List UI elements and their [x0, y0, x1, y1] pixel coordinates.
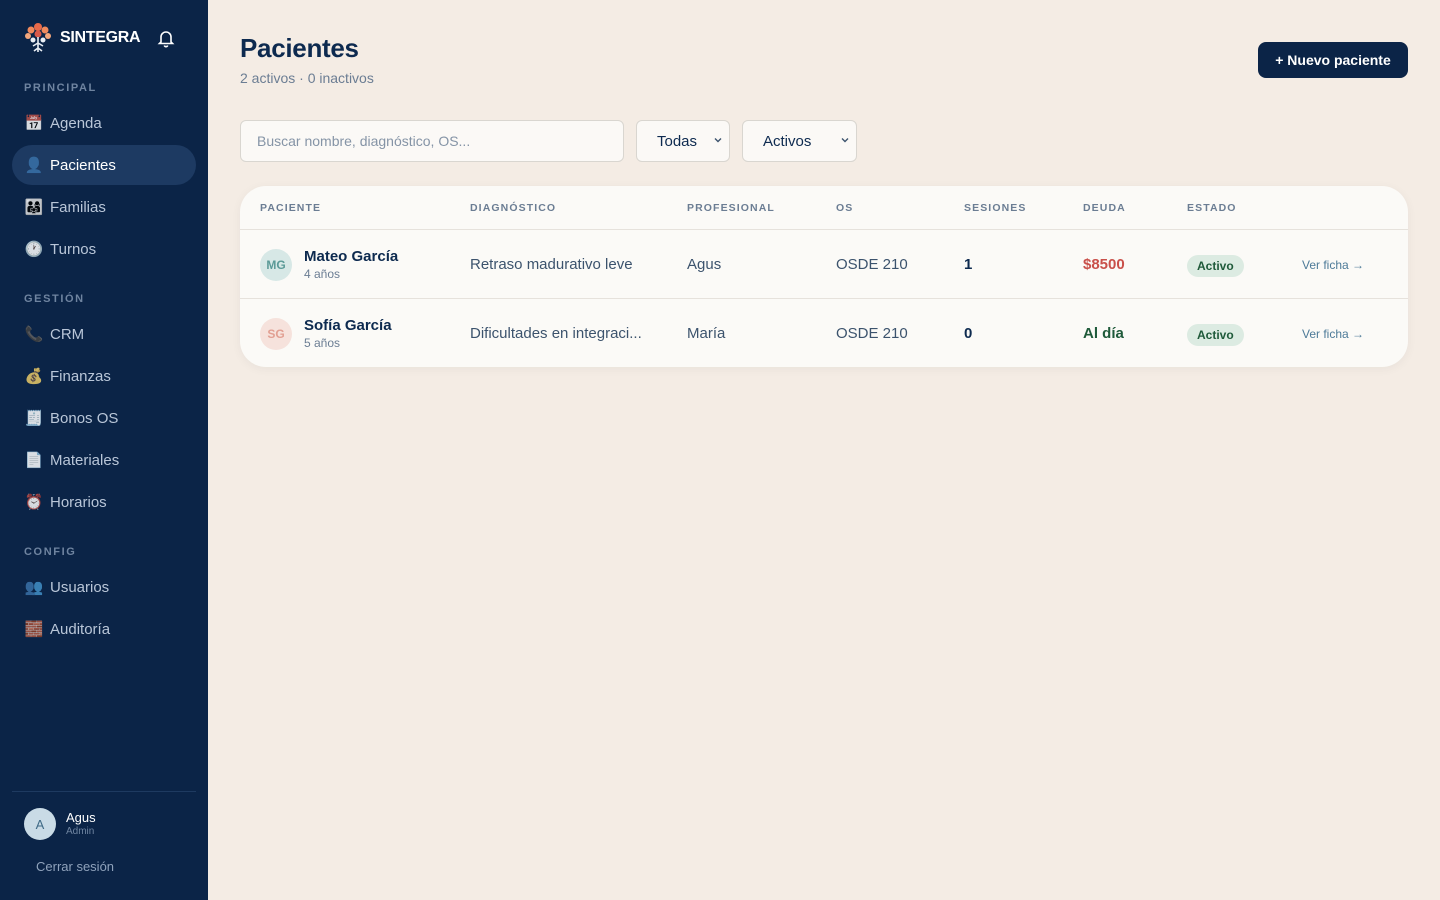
clock-icon: 🕐 — [24, 241, 44, 258]
patient-professional: María — [687, 325, 726, 342]
patient-avatar: SG — [260, 318, 292, 350]
column-header-estado[interactable]: ESTADO — [1187, 202, 1237, 214]
sidebar-item-label: Usuarios — [50, 578, 110, 596]
os-filter-value: Todas — [657, 132, 698, 150]
page-title: Pacientes — [240, 33, 359, 63]
chevron-down-icon — [714, 138, 722, 143]
document-icon: 📄 — [24, 452, 44, 469]
sidebar-item-label: Horarios — [50, 493, 107, 511]
search-input[interactable]: Buscar nombre, diagnóstico, OS... — [240, 120, 624, 162]
section-title-config: CONFIG — [24, 546, 77, 558]
brand-name: SINTEGRA — [60, 29, 141, 46]
sidebar-item-finanzas[interactable]: 💰 Finanzas — [12, 356, 196, 396]
section-title-gestion: GESTIÓN — [24, 293, 85, 305]
patient-name: Sofía García — [304, 317, 392, 334]
phone-icon: 📞 — [24, 326, 44, 343]
sidebar-item-label: Finanzas — [50, 367, 111, 385]
patients-table: PACIENTE DIAGNÓSTICO PROFESIONAL OS SESI… — [240, 186, 1408, 367]
sidebar-item-label: CRM — [50, 325, 85, 343]
sidebar-item-agenda[interactable]: 📅 Agenda — [12, 103, 196, 143]
chevron-down-icon — [841, 138, 849, 143]
status-badge: Activo — [1187, 255, 1244, 277]
logout-link[interactable]: Cerrar sesión — [36, 859, 114, 874]
calendar-icon: 📅 — [24, 115, 44, 132]
table-row[interactable]: SG Sofía García 5 años Dificultades en i… — [240, 299, 1408, 367]
column-header-diagnostico[interactable]: DIAGNÓSTICO — [470, 202, 556, 214]
section-title-principal: PRINCIPAL — [24, 82, 97, 94]
column-header-deuda[interactable]: DEUDA — [1083, 202, 1126, 214]
user-name: Agus — [66, 810, 96, 825]
sidebar-item-turnos[interactable]: 🕐 Turnos — [12, 229, 196, 269]
bell-icon[interactable] — [156, 28, 176, 48]
column-header-paciente[interactable]: PACIENTE — [260, 202, 321, 214]
patient-avatar: MG — [260, 249, 292, 281]
alarm-clock-icon: ⏰ — [24, 494, 44, 511]
sidebar-item-label: Materiales — [50, 451, 120, 469]
table-row[interactable]: MG Mateo García 4 años Retraso madurativ… — [240, 230, 1408, 299]
sidebar-item-usuarios[interactable]: 👥 Usuarios — [12, 567, 196, 607]
brick-icon: 🧱 — [24, 621, 44, 638]
sidebar-item-auditoria[interactable]: 🧱 Auditoría — [12, 609, 196, 649]
os-filter-select[interactable]: Todas — [636, 120, 730, 162]
status-filter-select[interactable]: Activos — [742, 120, 857, 162]
sidebar-item-label: Auditoría — [50, 620, 111, 638]
sidebar-item-familias[interactable]: 👨‍👩‍👧 Familias — [12, 187, 196, 227]
patient-os: OSDE 210 — [836, 256, 908, 273]
sidebar-item-bonos-os[interactable]: 🧾 Bonos OS — [12, 398, 196, 438]
sidebar-item-horarios[interactable]: ⏰ Horarios — [12, 482, 196, 522]
page-subtitle: 2 activos · 0 inactivos — [240, 70, 374, 86]
patient-sessions: 0 — [964, 325, 973, 342]
sidebar-item-pacientes[interactable]: 👤 Pacientes — [12, 145, 196, 185]
user-icon: 👤 — [24, 157, 44, 174]
family-icon: 👨‍👩‍👧 — [24, 199, 44, 216]
view-record-link[interactable]: Ver ficha → — [1302, 327, 1364, 341]
sidebar-item-label: Familias — [50, 198, 106, 216]
new-patient-button[interactable]: + Nuevo paciente — [1258, 42, 1408, 78]
brain-logo-icon — [24, 21, 52, 55]
money-bag-icon: 💰 — [24, 368, 44, 385]
view-record-link[interactable]: Ver ficha → — [1302, 258, 1364, 272]
column-header-sesiones[interactable]: SESIONES — [964, 202, 1026, 214]
patient-diagnosis: Retraso madurativo leve — [470, 256, 633, 273]
patient-os: OSDE 210 — [836, 325, 908, 342]
table-header: PACIENTE DIAGNÓSTICO PROFESIONAL OS SESI… — [240, 186, 1408, 230]
column-header-profesional[interactable]: PROFESIONAL — [687, 202, 775, 214]
patient-debt: Al día — [1083, 325, 1124, 342]
sidebar-item-label: Agenda — [50, 114, 102, 132]
patient-age: 4 años — [304, 267, 341, 281]
sidebar: SINTEGRA PRINCIPAL 📅 Agenda 👤 Pacientes … — [0, 0, 208, 900]
patient-name: Mateo García — [304, 248, 399, 265]
users-icon: 👥 — [24, 579, 44, 596]
patient-diagnosis: Dificultades en integraci... — [470, 325, 642, 342]
sidebar-item-crm[interactable]: 📞 CRM — [12, 314, 196, 354]
sidebar-item-label: Turnos — [50, 240, 97, 258]
user-role: Admin — [66, 826, 95, 837]
sidebar-item-label: Bonos OS — [50, 409, 119, 427]
receipt-icon: 🧾 — [24, 410, 44, 427]
sidebar-item-materiales[interactable]: 📄 Materiales — [12, 440, 196, 480]
avatar[interactable]: A — [24, 808, 56, 840]
patient-professional: Agus — [687, 256, 722, 273]
patient-debt: $8500 — [1083, 256, 1125, 273]
sidebar-item-label: Pacientes — [50, 156, 116, 174]
patient-sessions: 1 — [964, 256, 973, 273]
patient-age: 5 años — [304, 336, 341, 350]
status-filter-value: Activos — [763, 132, 812, 150]
status-badge: Activo — [1187, 324, 1244, 346]
sidebar-divider — [12, 791, 196, 792]
column-header-os[interactable]: OS — [836, 202, 853, 214]
